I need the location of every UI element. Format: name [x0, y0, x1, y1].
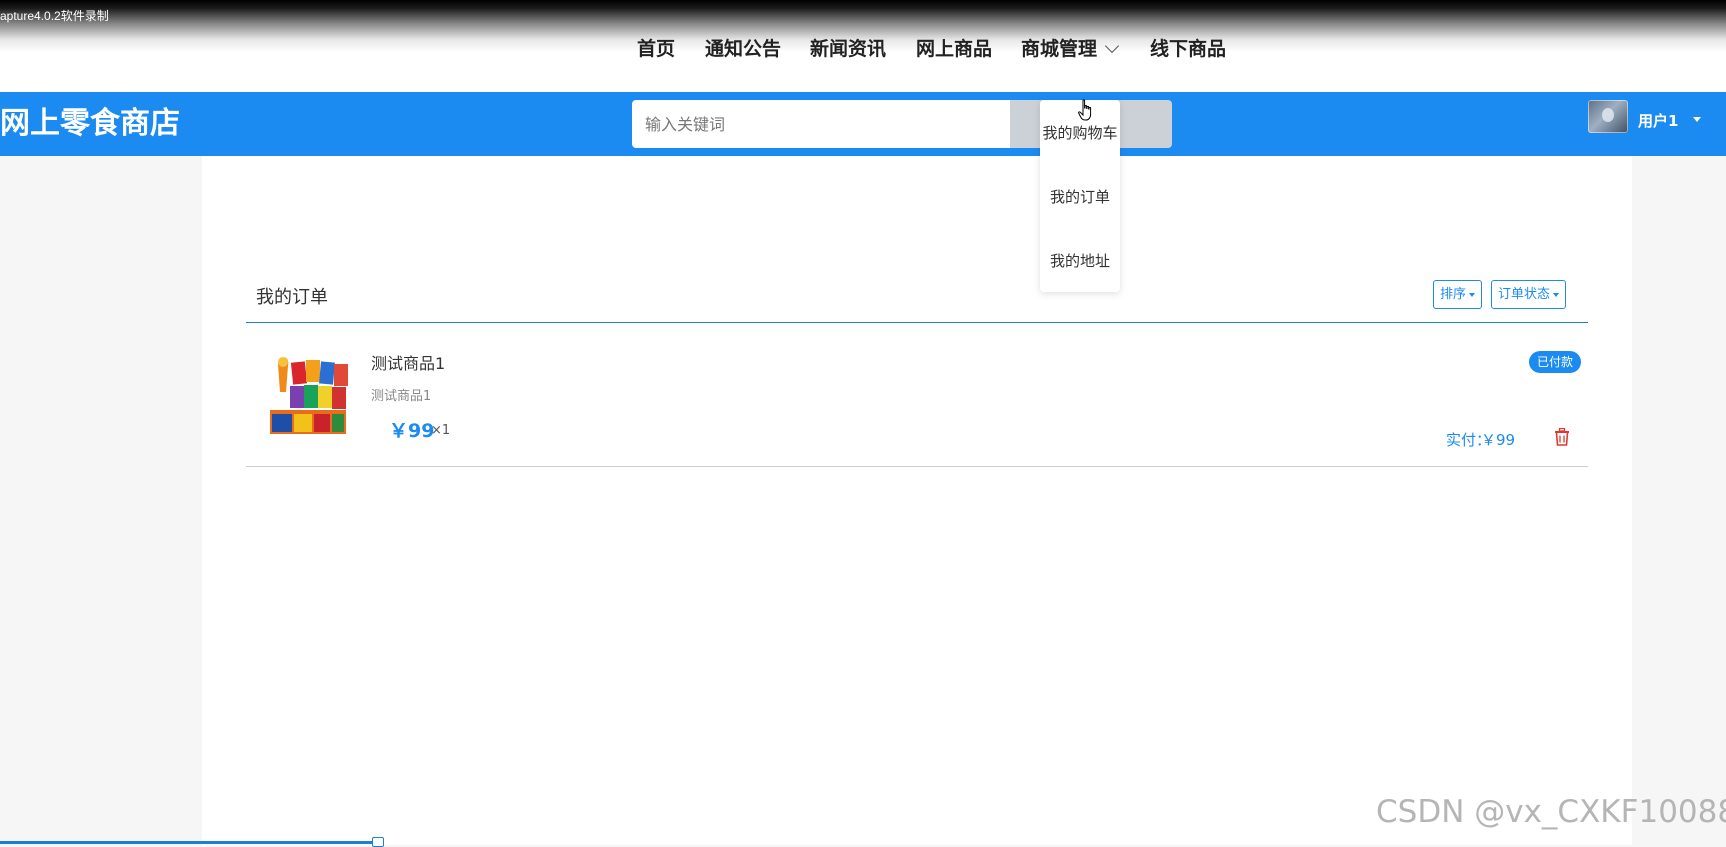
chevron-down-icon — [1104, 38, 1120, 54]
search-input[interactable] — [632, 100, 1010, 148]
sort-label: 排序 — [1440, 287, 1467, 302]
hand-cursor-icon — [1078, 99, 1092, 121]
order-status-dropdown-button[interactable]: 订单状态 — [1491, 280, 1567, 309]
status-badge: 已付款 — [1529, 351, 1582, 373]
nav-mall-management[interactable]: 商城管理 — [1021, 34, 1120, 64]
trash-icon[interactable] — [1554, 428, 1570, 446]
nav-notices[interactable]: 通知公告 — [705, 34, 781, 64]
playback-progress-handle[interactable] — [372, 837, 384, 847]
paid-amount-value: ￥99 — [1481, 431, 1516, 449]
header-bar: 网上零食商店 用户1 — [0, 92, 1726, 156]
product-name[interactable]: 测试商品1 — [371, 350, 445, 374]
caret-down-icon — [1693, 117, 1701, 122]
page-title: 我的订单 — [256, 287, 328, 308]
watermark: CSDN @vx_CXKF10088 — [1376, 794, 1726, 830]
menu-item-address[interactable]: 我的地址 — [1040, 250, 1120, 271]
menu-item-orders[interactable]: 我的订单 — [1040, 186, 1120, 207]
mall-management-dropdown: 我的购物车 我的订单 我的地址 — [1040, 100, 1120, 292]
nav-online-products[interactable]: 网上商品 — [916, 34, 992, 64]
product-price: ￥99 — [389, 420, 435, 442]
caret-down-icon — [1469, 292, 1476, 297]
menu-item-cart[interactable]: 我的购物车 — [1040, 122, 1120, 143]
product-description: 测试商品1 — [371, 389, 432, 404]
product-quantity: ×1 — [431, 423, 451, 438]
playback-progress-bar[interactable] — [0, 841, 374, 844]
sort-dropdown-button[interactable]: 排序 — [1433, 280, 1483, 309]
nav-news[interactable]: 新闻资讯 — [810, 34, 886, 64]
main-nav: 首页 通知公告 新闻资讯 网上商品 商城管理 线下商品 — [0, 34, 1726, 64]
recorder-label: apture4.0.2软件录制 — [0, 9, 109, 23]
nav-mall-management-label: 商城管理 — [1021, 38, 1098, 60]
caret-down-icon — [1553, 292, 1560, 297]
user-name: 用户1 — [1638, 112, 1679, 130]
divider — [246, 466, 1588, 467]
divider — [246, 322, 1588, 323]
product-image[interactable] — [268, 352, 352, 438]
order-status-label: 订单状态 — [1498, 287, 1551, 302]
brand-title: 网上零食商店 — [0, 106, 180, 141]
content-panel — [202, 156, 1632, 845]
nav-home[interactable]: 首页 — [637, 34, 675, 64]
nav-offline-products[interactable]: 线下商品 — [1150, 34, 1226, 64]
avatar — [1588, 100, 1628, 133]
